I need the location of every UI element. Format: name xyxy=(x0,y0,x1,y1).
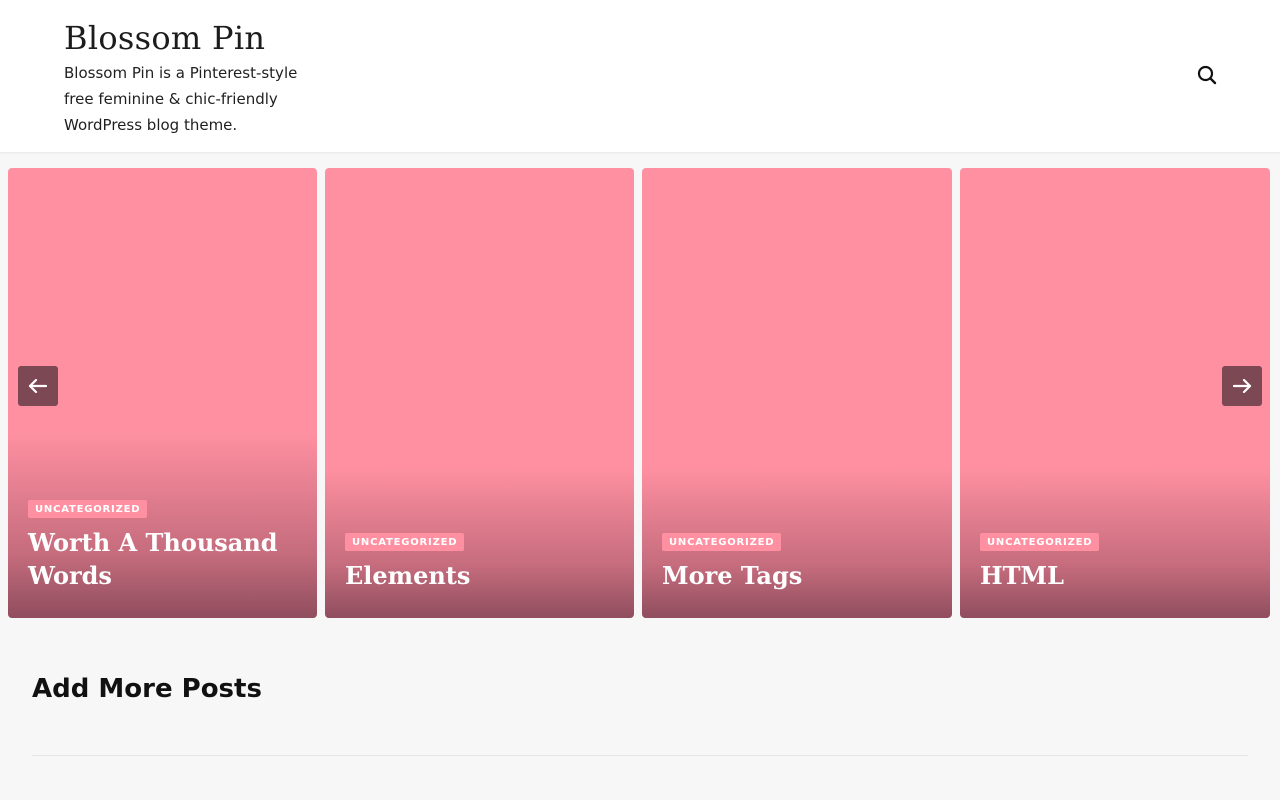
slide-card[interactable]: UNCATEGORIZED Elements xyxy=(325,168,634,618)
section-title: Add More Posts xyxy=(32,674,262,704)
site-title[interactable]: Blossom Pin xyxy=(64,16,265,60)
arrow-right-icon xyxy=(1232,379,1252,393)
site-header: Blossom Pin Blossom Pin is a Pinterest-s… xyxy=(0,0,1280,153)
category-badge[interactable]: UNCATEGORIZED xyxy=(980,533,1100,551)
post-title[interactable]: Worth A Thousand Words xyxy=(28,526,297,592)
slider-prev-button[interactable] xyxy=(18,366,58,406)
card-meta: UNCATEGORIZED Worth A Thousand Words xyxy=(28,499,297,592)
category-badge[interactable]: UNCATEGORIZED xyxy=(662,533,782,551)
search-button[interactable] xyxy=(1194,62,1220,88)
section-divider xyxy=(32,755,1248,756)
card-meta: UNCATEGORIZED Elements xyxy=(345,532,614,592)
category-badge[interactable]: UNCATEGORIZED xyxy=(345,533,465,551)
post-title[interactable]: HTML xyxy=(980,559,1250,592)
search-icon xyxy=(1197,65,1217,85)
post-slider: UNCATEGORIZED Worth A Thousand Words UNC… xyxy=(8,168,1270,618)
post-title[interactable]: Elements xyxy=(345,559,614,592)
arrow-left-icon xyxy=(28,379,48,393)
site-description: Blossom Pin is a Pinterest-style free fe… xyxy=(64,64,298,134)
category-badge[interactable]: UNCATEGORIZED xyxy=(28,500,148,518)
post-title[interactable]: More Tags xyxy=(662,559,932,592)
card-meta: UNCATEGORIZED HTML xyxy=(980,532,1250,592)
slider-next-button[interactable] xyxy=(1222,366,1262,406)
card-meta: UNCATEGORIZED More Tags xyxy=(662,532,932,592)
slide-card[interactable]: UNCATEGORIZED More Tags xyxy=(642,168,952,618)
